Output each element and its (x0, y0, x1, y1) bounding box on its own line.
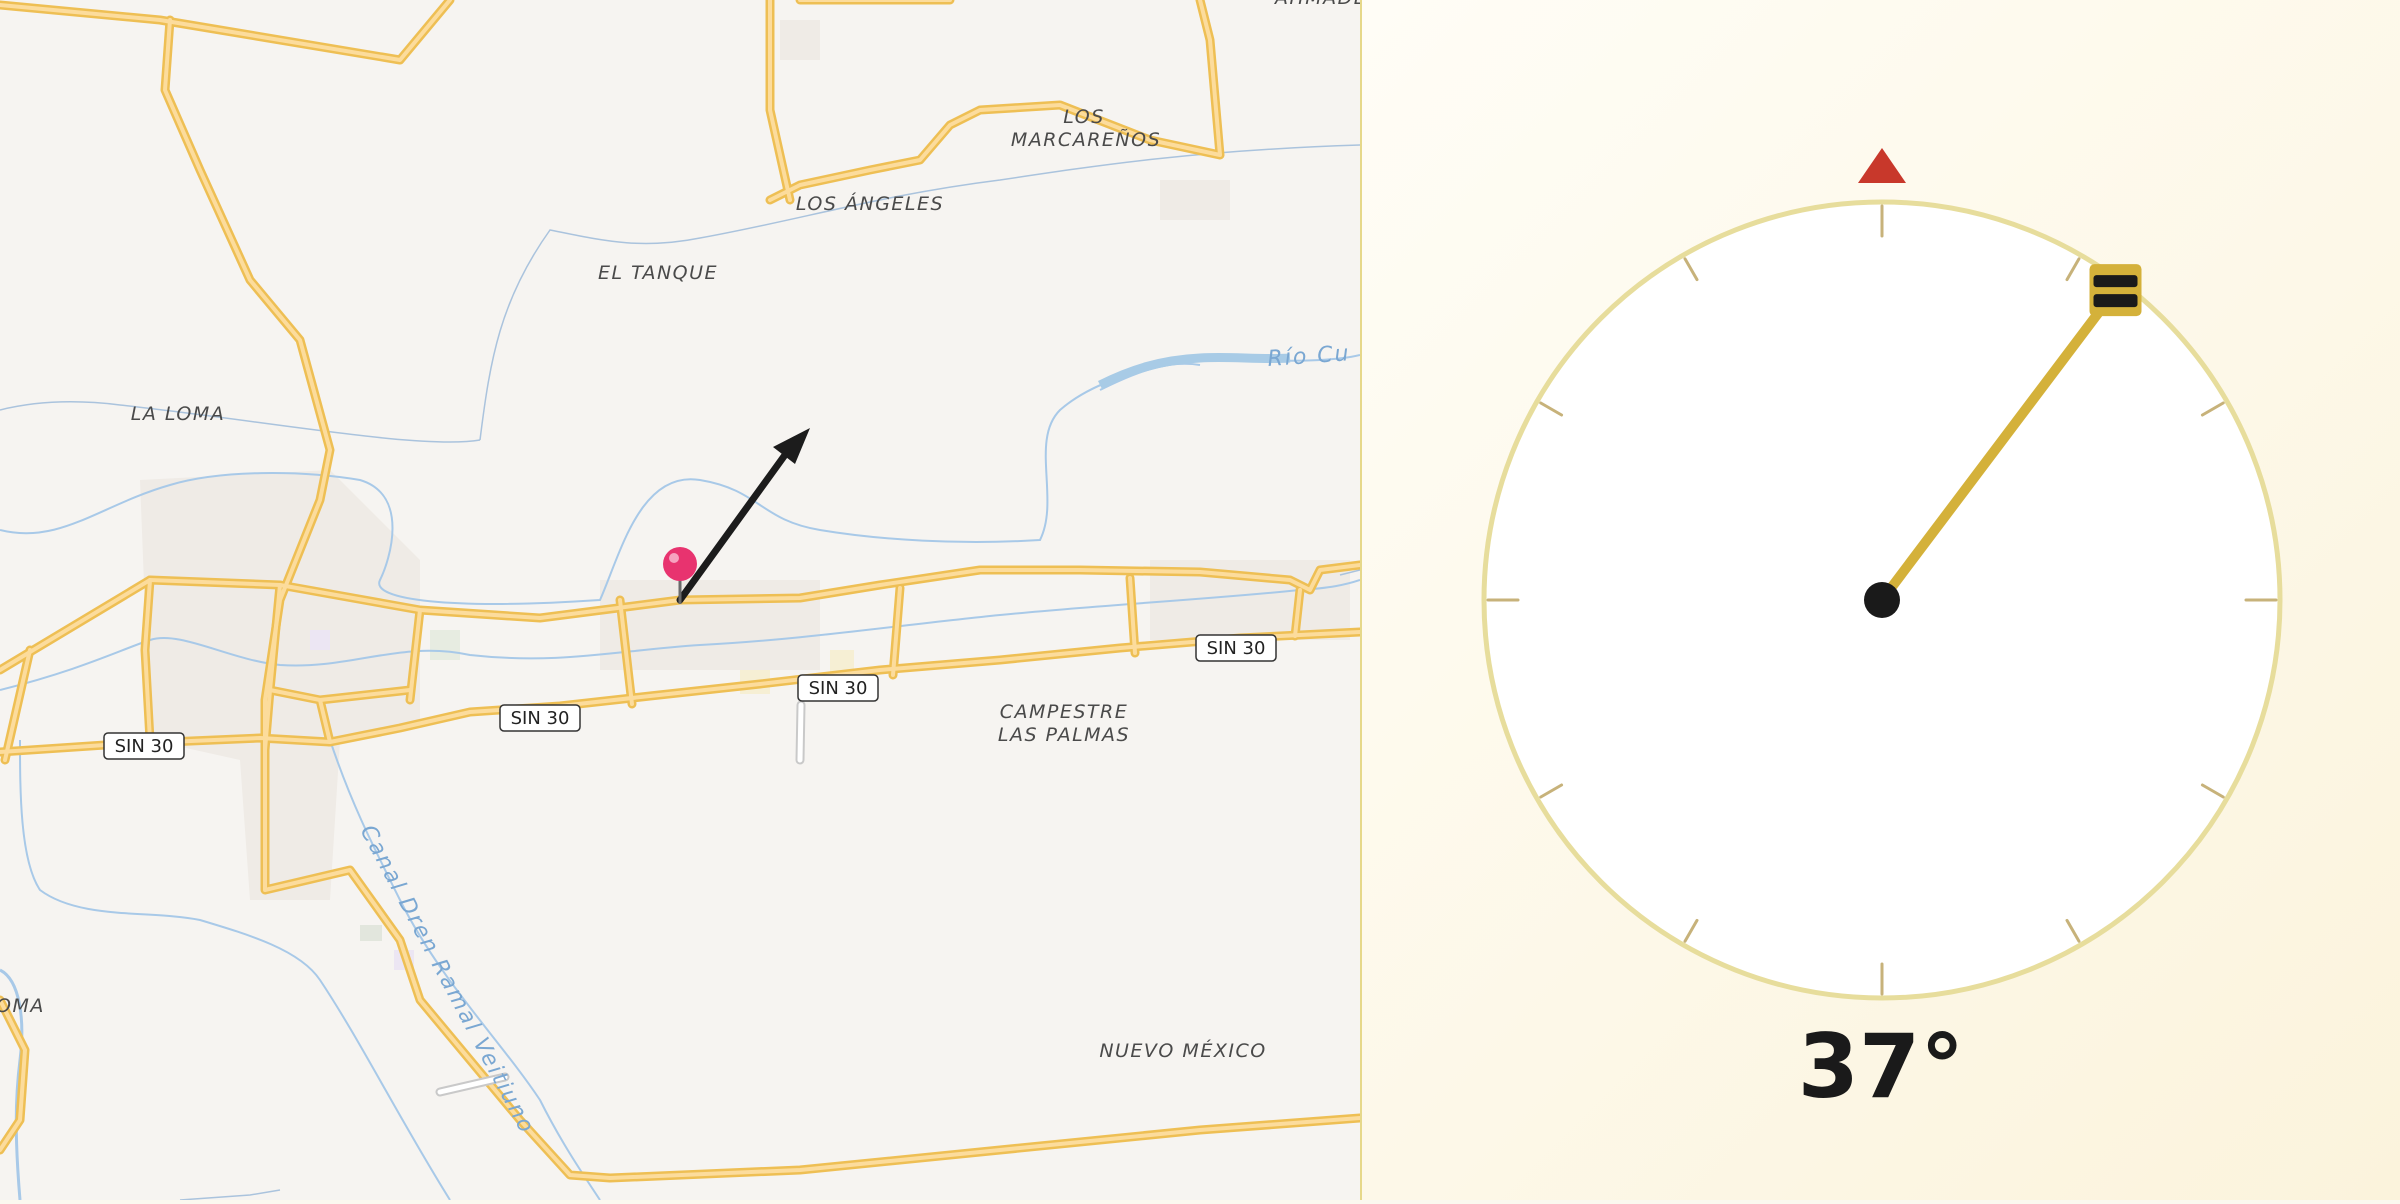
compass-panel: 37° (1362, 0, 2400, 1200)
svg-text:SIN 30: SIN 30 (115, 736, 174, 757)
place-label-la-loma: LA LOMA (131, 403, 225, 425)
needle-handle[interactable] (2089, 264, 2142, 317)
urban-areas (140, 20, 1350, 900)
north-triangle-icon (1858, 148, 1906, 183)
place-label-nuevo-mexico: NUEVO MÉXICO (1099, 1039, 1266, 1062)
map-canvas[interactable]: LOS MARCAREÑOS LOS ÁNGELES EL TANQUE LA … (0, 0, 1360, 1200)
map-view[interactable]: LOS MARCAREÑOS LOS ÁNGELES EL TANQUE LA … (0, 0, 1360, 1200)
route-shield-1: SIN 30 (103, 732, 185, 760)
place-label-los-angeles: LOS ÁNGELES (796, 192, 944, 215)
route-shield-2: SIN 30 (499, 704, 581, 732)
minor-roads (435, 700, 806, 1097)
place-label-top-edge: AHMADE (1273, 0, 1360, 9)
svg-text:SIN 30: SIN 30 (1207, 638, 1266, 659)
river-wide (1097, 352, 1291, 390)
heading-readout: 37° (1797, 1015, 1965, 1118)
route-shield-3: SIN 30 (797, 674, 879, 702)
water-label-rio: Río Cu (1267, 341, 1352, 372)
place-label-el-tanque: EL TANQUE (598, 262, 718, 284)
compass-center-hub (1864, 582, 1900, 618)
place-label-loma-edge: OMA (0, 995, 45, 1017)
place-label-los-marcarenos-2: MARCAREÑOS (1011, 128, 1161, 151)
heading-arrow-icon (676, 428, 810, 604)
place-label-campestre-2: LAS PALMAS (998, 724, 1130, 746)
place-label-los-marcarenos-1: LOS (1063, 106, 1105, 128)
minor-roads-fill (437, 702, 804, 1095)
svg-text:SIN 30: SIN 30 (511, 708, 570, 729)
place-label-campestre-1: CAMPESTRE (1000, 701, 1129, 723)
svg-text:SIN 30: SIN 30 (809, 678, 868, 699)
route-shield-4: SIN 30 (1195, 634, 1277, 662)
